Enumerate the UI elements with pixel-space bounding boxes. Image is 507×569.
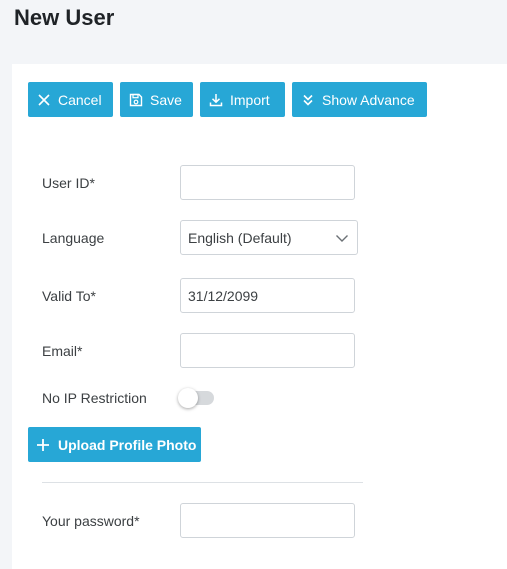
show-advance-button[interactable]: Show Advance <box>292 82 427 117</box>
download-icon <box>208 92 224 108</box>
valid-to-row: Valid To* <box>42 278 355 313</box>
double-chevron-down-icon <box>300 92 316 108</box>
valid-to-field[interactable] <box>180 278 355 313</box>
show-advance-label: Show Advance <box>322 91 415 108</box>
user-id-label: User ID* <box>42 174 95 191</box>
password-field[interactable] <box>180 503 355 538</box>
toggle-knob <box>178 388 198 408</box>
valid-to-label: Valid To* <box>42 287 96 304</box>
toolbar: Cancel Save Import Show Advance <box>28 82 427 117</box>
no-ip-restriction-label: No IP Restriction <box>42 390 147 406</box>
cancel-button[interactable]: Cancel <box>28 82 113 117</box>
password-label: Your password* <box>42 512 140 529</box>
email-row: Email* <box>42 333 355 368</box>
language-label: Language <box>42 229 105 246</box>
upload-profile-photo-button[interactable]: Upload Profile Photo <box>28 427 201 462</box>
chevron-down-icon <box>334 230 350 246</box>
language-value: English (Default) <box>188 229 292 246</box>
upload-profile-photo-label: Upload Profile Photo <box>58 436 197 453</box>
language-row: Language English (Default) <box>42 220 358 255</box>
no-ip-restriction-row: No IP Restriction <box>42 388 214 408</box>
page-title: New User <box>14 5 115 30</box>
no-ip-restriction-toggle[interactable] <box>178 388 214 408</box>
user-id-field[interactable] <box>180 165 355 200</box>
email-field[interactable] <box>180 333 355 368</box>
save-label: Save <box>150 91 182 108</box>
email-label: Email* <box>42 342 83 359</box>
close-icon <box>36 92 52 108</box>
user-id-row: User ID* <box>42 165 355 200</box>
cancel-label: Cancel <box>58 91 102 108</box>
save-button[interactable]: Save <box>120 82 193 117</box>
password-row: Your password* <box>42 503 355 538</box>
import-button[interactable]: Import <box>200 82 285 117</box>
plus-icon <box>36 438 50 452</box>
language-select[interactable]: English (Default) <box>180 220 358 255</box>
form-card: Cancel Save Import Show Advance User ID*… <box>12 64 507 569</box>
divider <box>42 482 363 483</box>
import-label: Import <box>230 91 270 108</box>
floppy-disk-icon <box>128 92 144 108</box>
